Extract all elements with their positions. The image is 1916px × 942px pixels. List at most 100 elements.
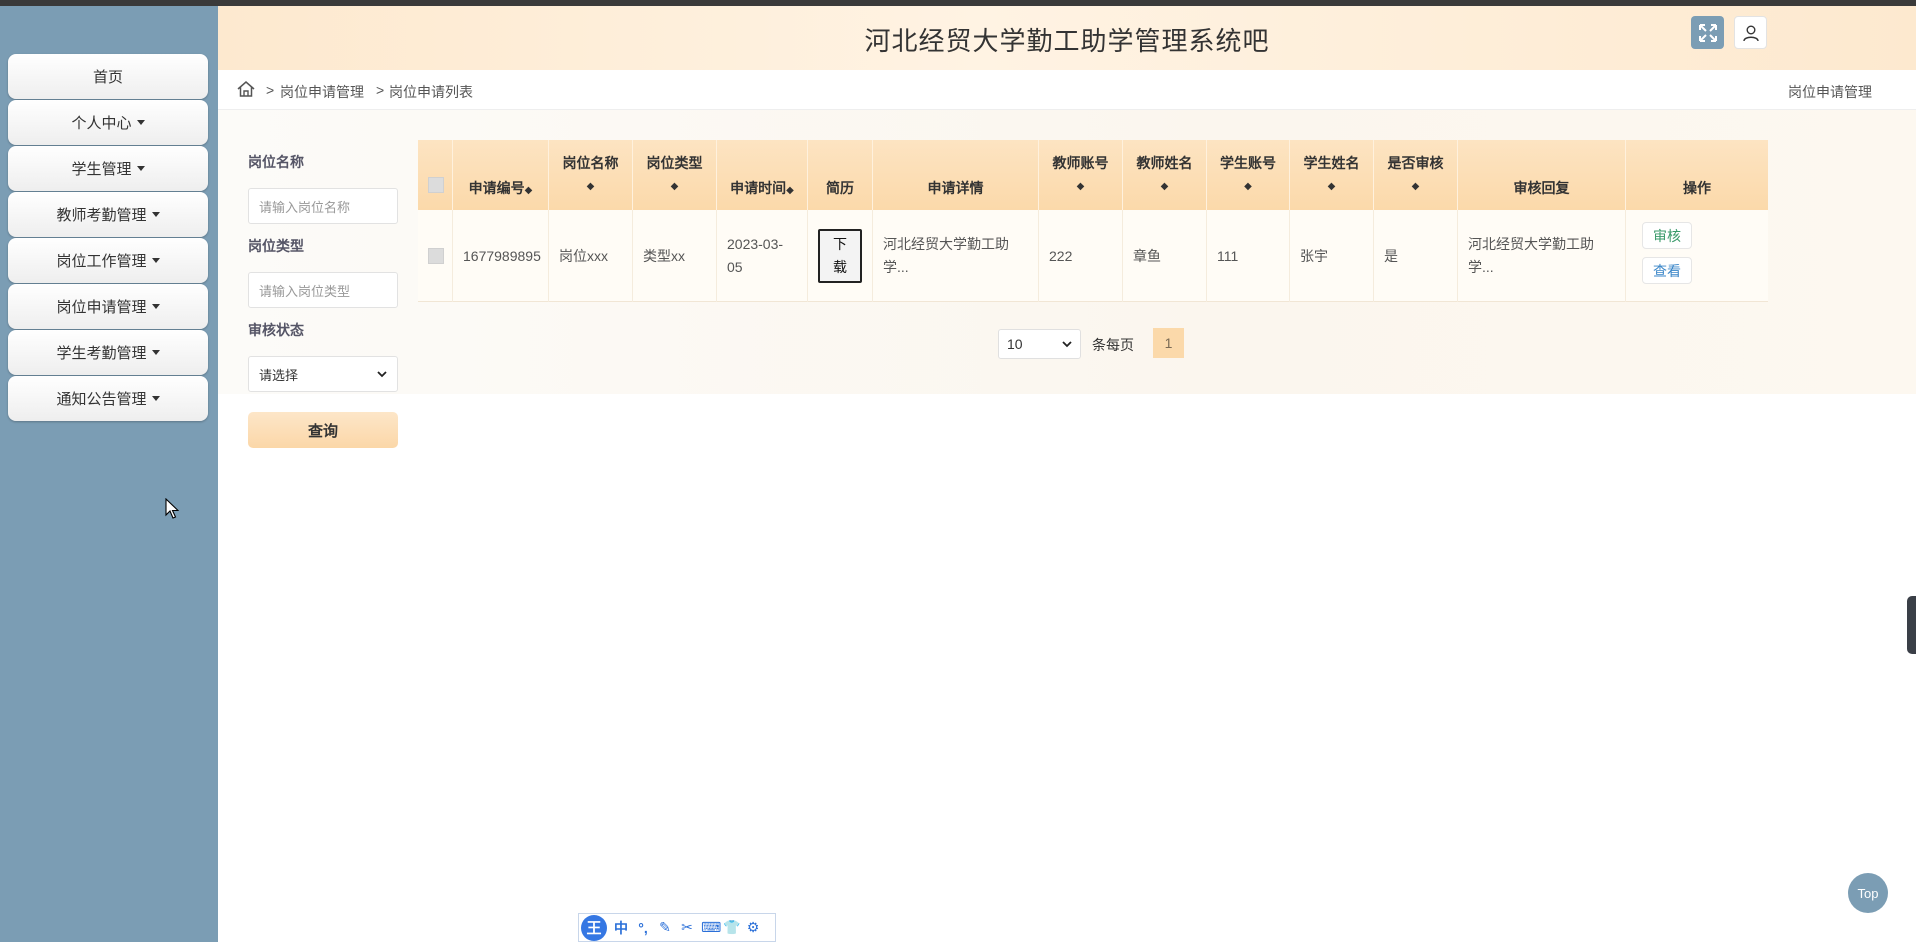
cell-post-name: 岗位xxx <box>549 210 633 302</box>
post-name-input[interactable]: 请输入岗位名称 <box>248 188 398 224</box>
col-student-account[interactable]: 学生账号 ◆ <box>1207 140 1290 210</box>
sidebar-item-home[interactable]: 首页 <box>8 54 208 99</box>
ime-mode-toggle[interactable]: 中 <box>613 918 629 938</box>
pen-icon[interactable]: ✎ <box>657 919 673 936</box>
col-teacher-account[interactable]: 教师账号 ◆ <box>1039 140 1123 210</box>
cell-review-reply-line2: 学... <box>1468 259 1494 275</box>
sort-icon: ◆ <box>1160 181 1169 192</box>
sidebar-item-personal-center[interactable]: 个人中心 <box>8 100 208 145</box>
col-teacher-name[interactable]: 教师姓名 ◆ <box>1123 140 1207 210</box>
col-student-name[interactable]: 学生姓名 ◆ <box>1290 140 1374 210</box>
table-row: 1677989895 岗位xxx 类型xx 2023-03- 05 下 载 河北经… <box>418 210 1768 302</box>
sidebar-item-label: 学生管理 <box>71 161 132 178</box>
scissors-icon[interactable]: ✂ <box>679 919 695 936</box>
page-size-select[interactable]: 10 <box>998 329 1081 359</box>
col-post-type-label: 岗位类型 <box>646 155 703 171</box>
expand-icon <box>1698 23 1717 42</box>
sidebar-item-notice[interactable]: 通知公告管理 <box>8 376 208 421</box>
keyboard-icon[interactable]: ⌨ <box>701 919 721 936</box>
col-post-name-label: 岗位名称 <box>562 155 619 171</box>
cell-actions: 审核 查看 <box>1626 210 1768 302</box>
cell-review-reply: 河北经贸大学勤工助 学... <box>1458 210 1626 302</box>
col-apply-time[interactable]: 申请时间◆ <box>717 140 808 210</box>
col-apply-detail: 申请详情 <box>873 140 1039 210</box>
review-status-selected: 请选择 <box>259 367 299 383</box>
sort-icon: ◆ <box>670 181 679 192</box>
breadcrumb: > 岗位申请管理 > 岗位申请列表 岗位申请管理 <box>218 70 1916 110</box>
col-actions-label: 操作 <box>1683 180 1711 196</box>
user-button[interactable] <box>1734 16 1767 49</box>
caret-down-icon <box>151 212 160 217</box>
breadcrumb-item-list: 岗位申请列表 <box>389 84 473 100</box>
col-reviewed-label: 是否审核 <box>1387 155 1444 171</box>
col-review-reply-label: 审核回复 <box>1513 180 1570 196</box>
review-button[interactable]: 审核 <box>1642 222 1692 249</box>
col-resume: 简历 <box>808 140 873 210</box>
breadcrumb-separator: > <box>266 82 275 98</box>
sort-icon: ◆ <box>1244 181 1252 192</box>
col-teacher-name-label: 教师姓名 <box>1136 155 1193 171</box>
sidebar-item-student-attendance[interactable]: 学生考勤管理 <box>8 330 208 375</box>
sort-icon: ◆ <box>1076 181 1085 192</box>
select-all-cell <box>418 140 453 210</box>
sidebar-item-label: 个人中心 <box>71 115 132 132</box>
sort-icon: ◆ <box>524 185 533 196</box>
fullscreen-button[interactable] <box>1691 16 1724 49</box>
sidebar-item-teacher-attendance[interactable]: 教师考勤管理 <box>8 192 208 237</box>
sidebar: 首页 个人中心 学生管理 教师考勤管理 岗位工作管理 岗位申请管理 学生考勤管理… <box>0 6 218 942</box>
review-status-select[interactable]: 请选择 <box>248 356 398 392</box>
view-button[interactable]: 查看 <box>1642 257 1692 284</box>
cell-apply-time-line1: 2023-03- <box>727 236 784 252</box>
side-drawer-handle[interactable] <box>1907 596 1916 654</box>
query-button[interactable]: 查询 <box>248 412 398 448</box>
back-to-top-button[interactable]: Top <box>1848 873 1888 913</box>
col-apply-time-label: 申请时间 <box>730 180 787 196</box>
col-post-name[interactable]: 岗位名称 ◆ <box>549 140 633 210</box>
sidebar-item-label: 岗位工作管理 <box>56 253 147 270</box>
post-name-placeholder: 请输入岗位名称 <box>259 199 351 215</box>
cell-apply-detail: 河北经贸大学勤工助 学... <box>873 210 1039 302</box>
cell-resume: 下 载 <box>808 210 873 302</box>
breadcrumb-item-post-application[interactable]: 岗位申请管理 <box>280 82 364 102</box>
cell-teacher-name: 章鱼 <box>1123 210 1207 302</box>
sidebar-item-label: 首页 <box>92 69 123 86</box>
top-header: 河北经贸大学勤工助学管理系统吧 <box>218 6 1916 70</box>
post-name-label: 岗位名称 <box>248 154 304 170</box>
page-1-button[interactable]: 1 <box>1153 328 1184 358</box>
cell-student-account: 111 <box>1207 210 1290 302</box>
col-review-reply: 审核回复 <box>1458 140 1626 210</box>
sidebar-item-post-application[interactable]: 岗位申请管理 <box>8 284 208 329</box>
col-apply-no[interactable]: 申请编号◆ <box>453 140 549 210</box>
sidebar-item-label: 岗位申请管理 <box>56 299 147 316</box>
ime-logo-icon[interactable]: 王 <box>581 914 607 941</box>
caret-down-icon <box>151 304 160 309</box>
chevron-down-icon <box>377 371 387 378</box>
row-checkbox[interactable] <box>428 248 444 264</box>
sidebar-item-student-management[interactable]: 学生管理 <box>8 146 208 191</box>
cell-post-type: 类型xx <box>633 210 717 302</box>
cell-apply-detail-line1: 河北经贸大学勤工助 <box>883 236 1009 252</box>
col-apply-no-label: 申请编号 <box>468 180 525 196</box>
table-header: 申请编号◆ 岗位名称 ◆ 岗位类型 ◆ 申请时间◆ 简历 申请详情 教师账号 ◆… <box>418 140 1768 210</box>
cell-apply-time-line2: 05 <box>727 259 743 275</box>
cell-teacher-account: 222 <box>1039 210 1123 302</box>
cell-reviewed: 是 <box>1374 210 1458 302</box>
download-resume-button[interactable]: 下 载 <box>818 229 862 283</box>
sidebar-item-label: 通知公告管理 <box>56 391 147 408</box>
row-select-cell <box>418 210 453 302</box>
col-resume-label: 简历 <box>826 180 854 196</box>
gear-icon[interactable]: ⚙ <box>745 919 761 936</box>
sort-icon: ◆ <box>1327 181 1336 192</box>
select-all-checkbox[interactable] <box>428 177 444 193</box>
home-icon[interactable] <box>236 79 256 99</box>
sidebar-item-post-work[interactable]: 岗位工作管理 <box>8 238 208 283</box>
col-reviewed[interactable]: 是否审核 ◆ <box>1374 140 1458 210</box>
post-type-input[interactable]: 请输入岗位类型 <box>248 272 398 308</box>
caret-down-icon <box>151 350 160 355</box>
col-actions: 操作 <box>1626 140 1768 210</box>
col-apply-detail-label: 申请详情 <box>927 180 984 196</box>
col-post-type[interactable]: 岗位类型 ◆ <box>633 140 717 210</box>
download-label-2: 载 <box>833 259 847 275</box>
punctuation-icon[interactable]: °, <box>635 920 651 936</box>
shirt-icon[interactable]: 👕 <box>723 919 740 936</box>
